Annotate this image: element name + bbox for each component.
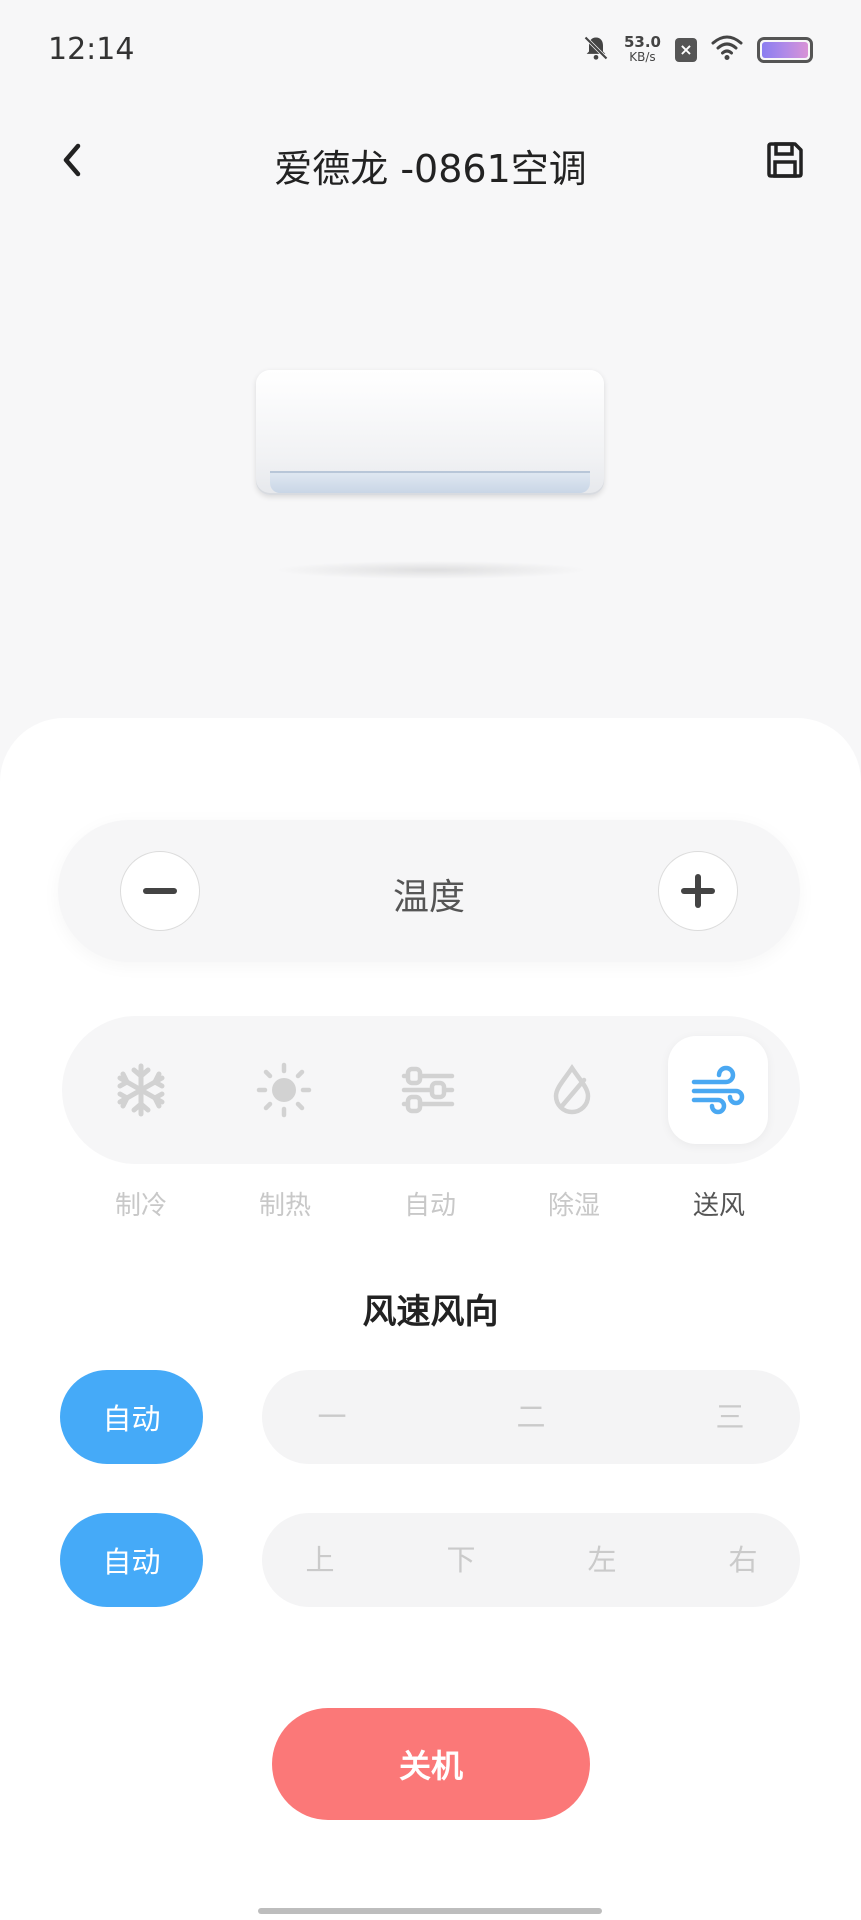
wind-icon [691, 1065, 745, 1115]
temperature-increase-button[interactable] [658, 851, 738, 931]
air-conditioner-shadow [278, 561, 584, 579]
mode-heat-label: 制热 [258, 1191, 311, 1221]
status-icons: 53.0 KB/s × [582, 34, 813, 66]
status-time: 12:14 [48, 32, 135, 67]
fan-direction-left[interactable]: 左 [572, 1513, 632, 1607]
mode-heat-button[interactable] [234, 1036, 334, 1144]
sun-icon [256, 1062, 312, 1118]
fan-speed-option-2[interactable]: 二 [501, 1370, 561, 1464]
drop-icon [553, 1063, 591, 1115]
net-speed-unit: KB/s [629, 50, 656, 64]
mode-selector [62, 1016, 800, 1164]
header: 爱德龙 -0861空调 [0, 120, 861, 200]
fan-direction-down[interactable]: 下 [431, 1513, 491, 1607]
snowflake-icon [117, 1063, 165, 1117]
fan-speed-options: 一 二 三 [262, 1370, 800, 1464]
save-button[interactable] [761, 136, 809, 184]
fan-direction-right[interactable]: 右 [713, 1513, 773, 1607]
wifi-icon [711, 35, 743, 65]
mode-fan-label: 送风 [692, 1191, 745, 1221]
air-conditioner-image [256, 370, 604, 495]
fan-speed-option-1[interactable]: 一 [302, 1370, 362, 1464]
mode-cool-button[interactable] [91, 1036, 191, 1144]
net-speed: 53.0 KB/s [624, 35, 661, 65]
fan-section-title: 风速风向 [362, 1292, 499, 1332]
mode-fan-button[interactable] [668, 1036, 768, 1144]
bell-muted-icon [582, 34, 610, 66]
fan-speed-auto-button[interactable]: 自动 [60, 1370, 203, 1464]
mode-dry-button[interactable] [522, 1036, 622, 1144]
net-speed-value: 53.0 [623, 33, 661, 51]
home-indicator[interactable] [258, 1908, 602, 1914]
power-off-button[interactable]: 关机 [272, 1708, 590, 1820]
sliders-icon [401, 1066, 455, 1114]
mode-dry-label: 除湿 [547, 1191, 600, 1221]
save-icon [767, 142, 803, 178]
air-conditioner-vent [270, 471, 590, 493]
temperature-control: 温度 [58, 820, 800, 962]
fan-direction-up[interactable]: 上 [290, 1513, 350, 1607]
fan-direction-options: 上 下 左 右 [262, 1513, 800, 1607]
plus-icon [681, 874, 715, 908]
mode-cool-label: 制冷 [114, 1191, 167, 1221]
status-bar: 12:14 53.0 KB/s × [0, 0, 861, 100]
fan-direction-auto-button[interactable]: 自动 [60, 1513, 203, 1607]
page-title: 爱德龙 -0861空调 [274, 147, 587, 191]
mode-auto-label: 自动 [403, 1191, 456, 1221]
fan-speed-option-3[interactable]: 三 [700, 1370, 760, 1464]
sim-blocked-icon: × [675, 38, 697, 62]
battery-icon [757, 37, 813, 63]
mode-auto-button[interactable] [378, 1036, 478, 1144]
